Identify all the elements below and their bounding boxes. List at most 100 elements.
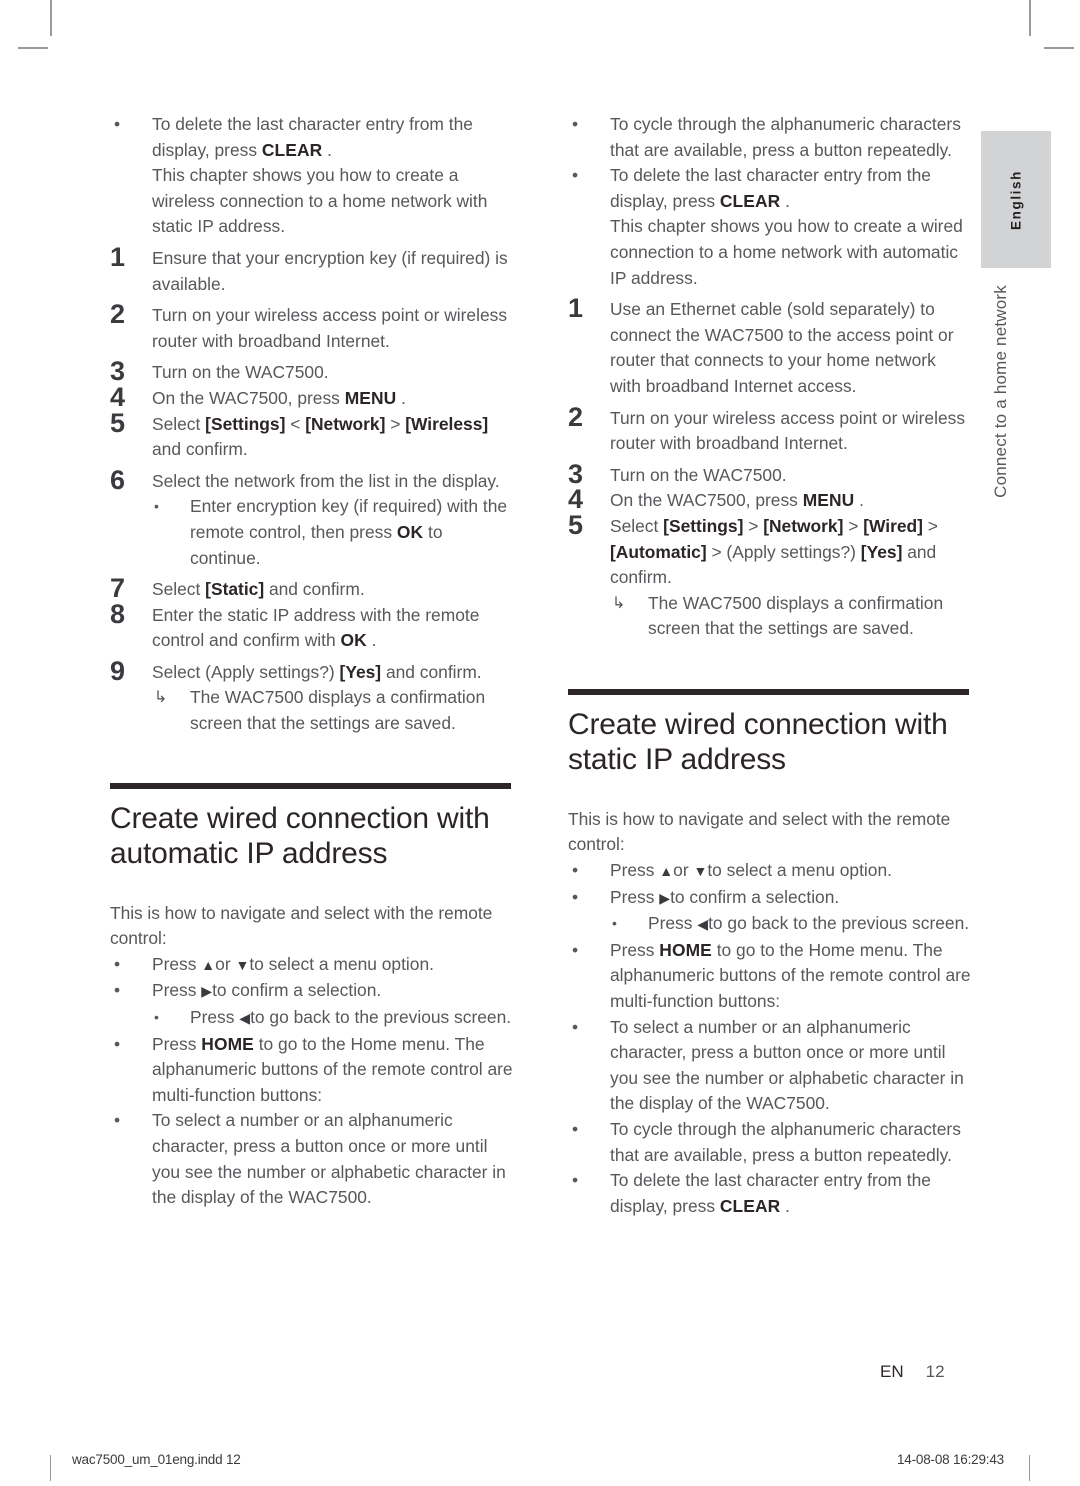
step-text-tail: . (854, 490, 864, 511)
list-item-text: To cycle through the alphanumeric charac… (610, 1119, 961, 1165)
printer-timestamp: 14-08-08 16:29:43 (897, 1452, 1004, 1467)
nav-bullet-right: • Press ▶to confirm a selection. (568, 885, 971, 912)
bullet-icon: • (572, 860, 579, 881)
list-item: • To cycle through the alphanumeric char… (568, 112, 971, 163)
list-item-text: To cycle through the alphanumeric charac… (610, 114, 961, 160)
menu-token: [Yes] (860, 541, 903, 562)
nav-sub-bullet-left: • Press ◀to go back to the previous scre… (110, 1005, 513, 1032)
home-button-bullet: • Press HOME to go to the Home menu. The… (110, 1032, 513, 1109)
step-text-tail: . (366, 630, 377, 651)
chapter-marginal: Connect to a home network (981, 285, 1021, 525)
step-8: 8 Enter the static IP address with the r… (110, 599, 513, 654)
bullet-icon: • (114, 1110, 121, 1131)
step-text: Select the network from the list in the … (152, 470, 500, 491)
list-item-tail: to go back to the previous screen. (708, 913, 970, 934)
bullet-icon: • (154, 498, 159, 515)
list-item-text: To select a number or an alphanumeric ch… (152, 1110, 506, 1208)
key-label: MENU (802, 490, 855, 511)
step-9-result-note: ↳ The WAC7500 displays a confirmation sc… (110, 685, 513, 736)
step-text-tail: and confirm. (264, 579, 365, 600)
chapter-marginal-label: Connect to a home network (991, 285, 1010, 498)
bullet-icon: • (572, 886, 579, 907)
alphanumeric-bullet: • To select a number or an alphanumeric … (110, 1108, 513, 1210)
folio-language: EN (880, 1362, 904, 1381)
step-text: Enter the static IP address with the rem… (152, 604, 480, 651)
list-item-text: Enter encryption key (if required) with … (190, 496, 508, 542)
list-item-text: Press (152, 980, 202, 1001)
list-item-tail: to select a menu option. (707, 860, 892, 881)
arrow-up-icon: ▲ (201, 956, 216, 973)
section-divider (110, 782, 511, 789)
bullet-icon: • (572, 939, 579, 960)
step-text: Select (610, 515, 664, 536)
language-tab: English (981, 131, 1051, 268)
carryover-paragraph: This chapter shows you how to create a w… (152, 165, 488, 237)
step-number: 2 (568, 401, 583, 432)
arrow-right-icon: ▶ (201, 983, 213, 1000)
key-label: OK (396, 521, 424, 542)
step-number: 9 (110, 655, 125, 686)
list-item-text: Press (610, 860, 660, 881)
alphanumeric-bullet: • To select a number or an alphanumeric … (568, 1015, 971, 1117)
list-item-text: To select a number or an alphanumeric ch… (610, 1016, 964, 1114)
step-text: Select (Apply settings?) (152, 661, 340, 682)
step-text: On the WAC7500, press (610, 490, 803, 511)
menu-token: [Yes] (339, 661, 382, 682)
step-6-sub-bullet: • Enter encryption key (if required) wit… (110, 494, 513, 571)
bullet-icon: • (154, 1009, 159, 1026)
step-number: 6 (110, 464, 125, 495)
list-item-tail: to select a menu option. (249, 953, 434, 974)
manual-page: • To delete the last character entry fro… (0, 0, 1080, 1486)
key-label: HOME (201, 1033, 254, 1054)
menu-separator: > (843, 515, 864, 536)
bullet-icon: • (572, 114, 579, 134)
menu-separator: < (285, 413, 306, 434)
step-text: Ensure that your encryption key (if requ… (152, 247, 508, 294)
bullet-icon: • (572, 1170, 579, 1191)
step-text: Turn on the WAC7500. (610, 464, 787, 485)
arrow-down-icon: ▼ (693, 863, 708, 880)
bullet-icon: • (114, 980, 121, 1001)
arrow-note-icon: ↳ (154, 689, 168, 707)
folio-page-number: 12 (925, 1362, 945, 1381)
section-heading: Create wired connection with static IP a… (568, 707, 948, 776)
step-text: Use an Ethernet cable (sold separately) … (610, 299, 954, 396)
list-item-mid: or (215, 953, 236, 974)
step-9: 9 Select (Apply settings?) [Yes] and con… (110, 656, 513, 686)
printer-filename: wac7500_um_01eng.indd 12 (72, 1452, 241, 1467)
step-3: 3 Turn on the WAC7500. (110, 356, 513, 386)
menu-token: [Settings] (205, 413, 286, 434)
list-item-mid: or (673, 860, 694, 881)
list-item: • To delete the last character entry fro… (110, 112, 513, 163)
step-5-result-note: ↳ The WAC7500 displays a confirmation sc… (568, 591, 971, 642)
menu-separator: > (743, 515, 764, 536)
step-text: Select (152, 413, 206, 434)
step-text-tail: and confirm. (152, 439, 248, 460)
delete-character-bullet: • To delete the last character entry fro… (568, 1168, 971, 1219)
menu-token: [Wireless] (405, 413, 489, 434)
right-column: • To cycle through the alphanumeric char… (568, 112, 971, 1219)
key-label: MENU (344, 387, 397, 408)
list-item-tail: . (780, 1195, 790, 1216)
step-1: 1 Ensure that your encryption key (if re… (110, 242, 513, 297)
arrow-left-icon: ◀ (697, 916, 709, 933)
nav-sub-bullet-left: • Press ◀to go back to the previous scre… (568, 911, 971, 938)
step-number: 5 (568, 509, 583, 540)
bullet-icon: • (114, 1033, 121, 1054)
list-item-tail: . (322, 139, 332, 160)
step-5: 5 Select [Settings] > [Network] > [Wired… (568, 510, 971, 591)
key-label: OK (340, 630, 367, 651)
step-text: Select (152, 579, 206, 600)
cycle-characters-bullet: • To cycle through the alphanumeric char… (568, 1117, 971, 1168)
menu-token: [Network] (763, 515, 844, 536)
step-text: Turn on the WAC7500. (152, 362, 329, 383)
arrow-note-icon: ↳ (612, 594, 626, 612)
arrow-left-icon: ◀ (239, 1010, 251, 1027)
step-1: 1 Use an Ethernet cable (sold separately… (568, 293, 971, 399)
language-tab-label: English (1008, 169, 1024, 230)
menu-separator: > (385, 413, 406, 434)
bullet-icon: • (612, 915, 617, 932)
step-2: 2 Turn on your wireless access point or … (110, 299, 513, 354)
list-item: • To delete the last character entry fro… (568, 163, 971, 214)
bullet-icon: • (572, 1016, 579, 1037)
